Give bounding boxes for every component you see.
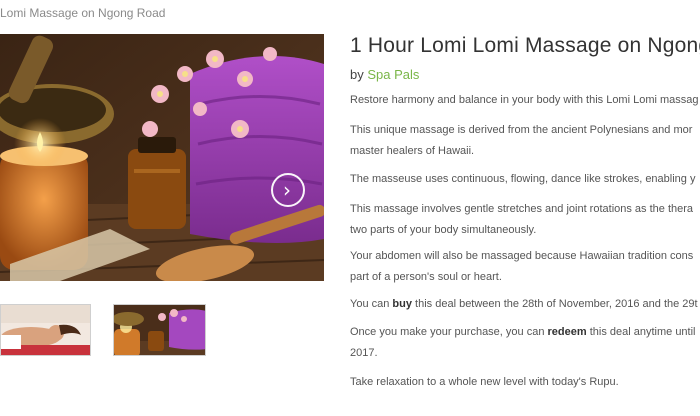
description-line: This massage involves gentle stretches a…: [350, 203, 694, 215]
description-paragraph-1: Restore harmony and balance in your body…: [350, 94, 699, 106]
redeem-emphasis: redeem: [547, 326, 587, 338]
chevron-right-icon: ›: [283, 178, 291, 202]
spa-still-life-thumbnail: [114, 305, 205, 355]
description-paragraph-8: Take relaxation to a whole new level wit…: [350, 376, 619, 388]
thumbnail-spa-still-life[interactable]: [113, 304, 206, 356]
description-paragraph-7: Once you make your purchase, you can red…: [350, 322, 700, 364]
description-line: two parts of your body simultaneously.: [350, 224, 537, 236]
description-text: this deal anytime until: [589, 326, 696, 338]
description-line: This unique massage is derived from the …: [350, 124, 693, 136]
vendor-link[interactable]: Spa Pals: [367, 67, 419, 82]
description-paragraph-2: This unique massage is derived from the …: [350, 120, 700, 162]
buy-emphasis: buy: [392, 298, 412, 310]
description-paragraph-4: This massage involves gentle stretches a…: [350, 199, 700, 241]
byline-prefix: by: [350, 67, 364, 82]
description-paragraph-3: The masseuse uses continuous, flowing, d…: [350, 173, 696, 185]
spa-woman-thumbnail: [1, 305, 90, 355]
description-text: You can: [350, 298, 390, 310]
breadcrumb[interactable]: Lomi Massage on Ngong Road: [0, 6, 165, 20]
description-line: master healers of Hawaii.: [350, 145, 475, 157]
deal-byline: by Spa Pals: [350, 67, 419, 82]
next-image-button[interactable]: ›: [271, 173, 305, 207]
description-line: Your abdomen will also be massaged becau…: [350, 250, 694, 262]
description-line: 2017.: [350, 347, 378, 359]
description-text: Once you make your purchase, you can: [350, 326, 545, 338]
description-text: this deal between the 28th of November, …: [415, 298, 698, 310]
deal-main-image: ›: [0, 34, 324, 281]
description-line: part of a person's soul or heart.: [350, 271, 502, 283]
spa-still-life-image: [0, 34, 324, 281]
description-paragraph-5: Your abdomen will also be massaged becau…: [350, 246, 700, 288]
description-paragraph-6: You can buy this deal between the 28th o…: [350, 294, 700, 315]
thumbnail-spa-woman[interactable]: [0, 304, 91, 356]
deal-title: 1 Hour Lomi Lomi Massage on Ngong: [350, 34, 700, 57]
